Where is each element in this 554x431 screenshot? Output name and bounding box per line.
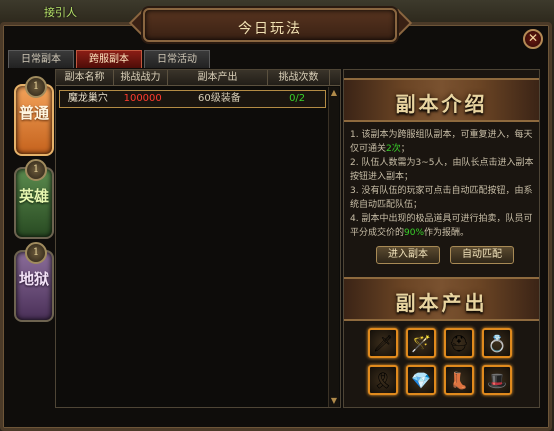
category-normal-badge: 1 [25, 76, 47, 98]
intro-banner: 副本介绍 [344, 78, 539, 122]
scroll-up-icon[interactable]: ▲ [329, 88, 339, 98]
category-hell[interactable]: 1 地狱 [14, 242, 54, 322]
window-title-plate: 今日玩法 [143, 8, 397, 42]
dungeon-info-panel: 副本介绍 1. 该副本为跨服组队副本，可重复进入，每天仅可通关2次； 2. 队伍… [343, 69, 540, 408]
category-hero-badge: 1 [25, 159, 47, 181]
category-hero-label: 英雄 [18, 187, 49, 205]
window-title: 今日玩法 [238, 21, 302, 37]
enter-dungeon-button[interactable]: 进入副本 [376, 246, 440, 264]
intro-description: 1. 该副本为跨服组队副本，可重复进入，每天仅可通关2次； 2. 队伍人数需为3… [350, 128, 538, 240]
intro-line-4: 4. 副本中出现的极品道具可进行拍卖，队员可平分成交价的90%作为报酬。 [350, 214, 533, 238]
intro-heading: 副本介绍 [395, 92, 488, 116]
category-normal[interactable]: 1 普通 [14, 76, 54, 156]
game-screen: 接引人 今日玩法 ✕ 日常副本 跨服副本 日常活动 1 普通 1 英雄 1 地狱… [0, 0, 554, 431]
dungeon-list-panel: 副本名称 挑战战力 副本产出 挑战次数 魔龙巢穴 100000 60级装备 0/… [55, 69, 341, 408]
row-challenge-power: 100000 [123, 93, 162, 104]
tab-daily-activity[interactable]: 日常活动 [144, 50, 210, 68]
header-dungeon-name: 副本名称 [56, 70, 114, 85]
hat-icon[interactable]: 🎩 [482, 365, 512, 395]
scroll-down-icon[interactable]: ▼ [329, 396, 339, 406]
category-hell-badge: 1 [25, 242, 47, 264]
intro-line-2: 2. 队伍人数需为3~5人，由队长点击进入副本按钮进入副本； [350, 158, 534, 182]
drop-items-grid: 🗡 🪄 ⛑ 💍 🎗 💎 👢 🎩 [368, 328, 518, 395]
npc-name-label[interactable]: 接引人 [44, 4, 77, 20]
table-row[interactable]: 魔龙巢穴 100000 60级装备 0/2 [59, 90, 326, 108]
header-dungeon-output: 副本产出 [168, 70, 268, 85]
row-dungeon-name: 魔龙巢穴 [67, 93, 108, 104]
belt-icon[interactable]: 🎗 [368, 365, 398, 395]
list-scrollbar[interactable]: ▲ ▼ [328, 87, 339, 407]
intro-line-1: 1. 该副本为跨服组队副本，可重复进入，每天仅可通关2次； [350, 130, 533, 154]
helmet-icon[interactable]: ⛑ [444, 328, 474, 358]
close-icon: ✕ [527, 31, 539, 45]
header-challenge-power: 挑战战力 [114, 70, 168, 85]
drops-banner: 副本产出 [344, 277, 539, 321]
row-dungeon-output: 60级装备 [198, 93, 241, 104]
tab-daily-dungeon[interactable]: 日常副本 [8, 50, 74, 68]
boots-icon[interactable]: 👢 [444, 365, 474, 395]
category-normal-label: 普通 [18, 104, 49, 122]
intro-line-3: 3. 没有队伍的玩家可点击自动匹配按钮，由系统自动匹配队伍； [350, 186, 533, 210]
auto-match-button[interactable]: 自动匹配 [450, 246, 514, 264]
header-challenge-count: 挑战次数 [268, 70, 330, 85]
tab-bar: 日常副本 跨服副本 日常活动 [8, 50, 212, 68]
row-challenge-count: 0/2 [289, 93, 306, 104]
ring-icon[interactable]: 💍 [482, 328, 512, 358]
category-hell-label: 地狱 [18, 270, 49, 288]
staff-icon[interactable]: 🪄 [406, 328, 436, 358]
gem-icon[interactable]: 💎 [406, 365, 436, 395]
dungeon-list-header: 副本名称 挑战战力 副本产出 挑战次数 [56, 70, 340, 86]
drops-heading: 副本产出 [395, 291, 488, 315]
category-hero[interactable]: 1 英雄 [14, 159, 54, 239]
tab-cross-server-dungeon[interactable]: 跨服副本 [76, 50, 142, 68]
close-button[interactable]: ✕ [523, 29, 543, 49]
blade-icon[interactable]: 🗡 [368, 328, 398, 358]
